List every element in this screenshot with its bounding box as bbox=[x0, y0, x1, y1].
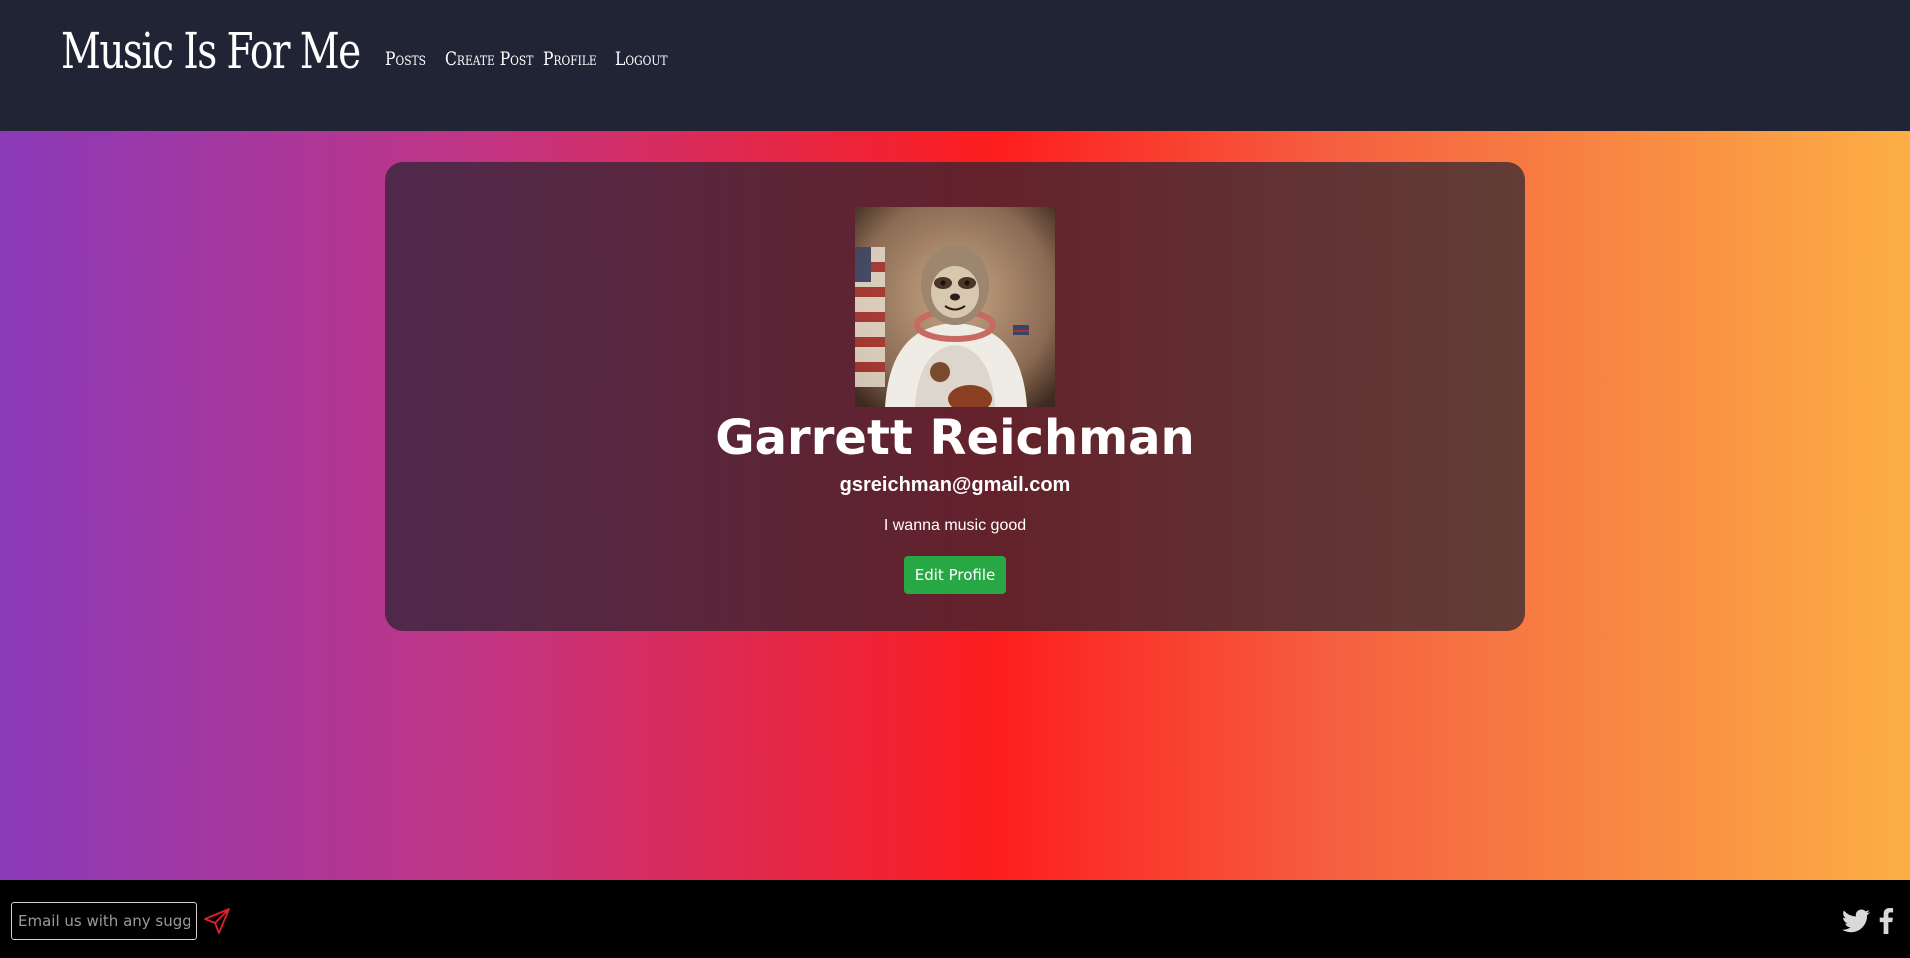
facebook-icon[interactable] bbox=[1878, 908, 1894, 934]
twitter-icon[interactable] bbox=[1842, 909, 1870, 933]
profile-email: gsreichman@gmail.com bbox=[839, 474, 1071, 496]
profile-bio: I wanna music good bbox=[883, 517, 1027, 534]
edit-profile-button[interactable]: Edit Profile bbox=[904, 556, 1006, 594]
send-icon[interactable] bbox=[203, 907, 231, 935]
nav-logout[interactable]: Logout bbox=[615, 48, 667, 70]
brand-logo[interactable]: Music Is For Me bbox=[61, 22, 361, 80]
profile-name: Garrett Reichman bbox=[715, 410, 1195, 466]
profile-card: Garrett Reichman gsreichman@gmail.com I … bbox=[385, 162, 1525, 631]
footer bbox=[0, 880, 1910, 958]
navbar: Music Is For Me Posts Create Post Profil… bbox=[0, 0, 1910, 131]
sloth-astronaut-avatar bbox=[855, 207, 1055, 407]
nav-create-post[interactable]: Create Post bbox=[445, 48, 533, 70]
nav-profile[interactable]: Profile bbox=[543, 48, 597, 70]
nav-links: Posts Create Post Profile Logout bbox=[385, 48, 667, 70]
nav-posts[interactable]: Posts bbox=[385, 48, 426, 70]
profile-avatar bbox=[855, 207, 1055, 407]
suggestion-email-input[interactable] bbox=[11, 902, 197, 940]
